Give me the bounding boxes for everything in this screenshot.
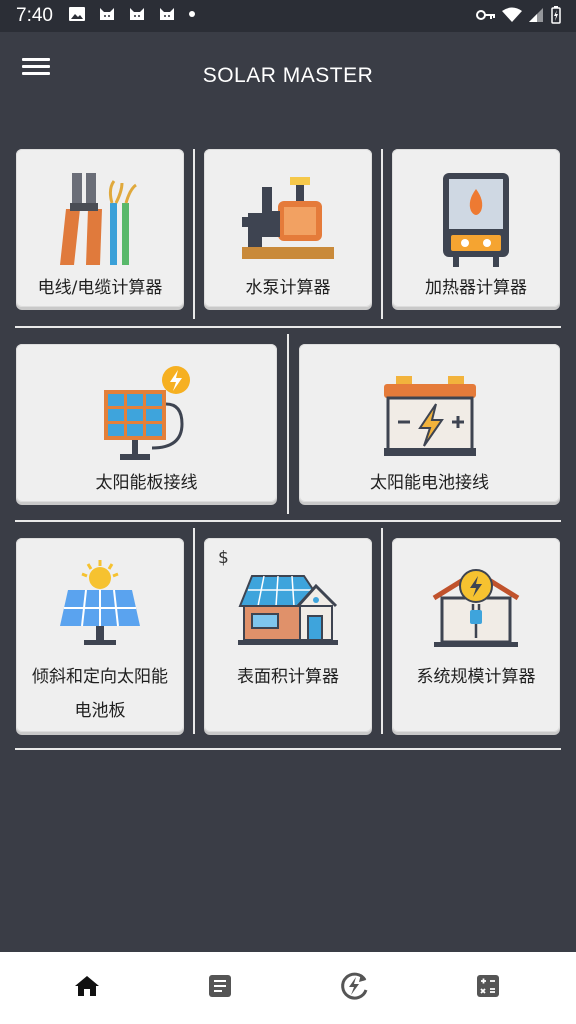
battery-wiring-label: 太阳能电池接线 [370, 473, 489, 493]
wire-calculator-card[interactable]: 电线/电缆计算器 [16, 149, 184, 307]
image-notification-icon [69, 7, 85, 21]
tilt-orientation-label-line1: 倾斜和定向太阳能 [32, 667, 168, 687]
article-icon [209, 975, 231, 997]
divider [15, 326, 561, 328]
battery-bolt-icon [383, 376, 476, 456]
app-title: SOLAR MASTER [202, 64, 374, 87]
surface-area-label: 表面积计算器 [237, 667, 339, 687]
system-size-label: 系统规模计算器 [416, 667, 536, 687]
panel-wiring-label: 太阳能板接线 [95, 473, 198, 493]
menu-icon [22, 58, 50, 61]
divider [15, 520, 561, 522]
dot-icon [189, 11, 195, 17]
nav-articles[interactable] [200, 966, 240, 1006]
cat-notification-icon [130, 8, 144, 20]
bottom-navigation [0, 952, 576, 1024]
divider [15, 748, 561, 750]
vpn-key-icon [476, 10, 495, 20]
divider [193, 528, 195, 734]
pump-calculator-card[interactable]: 水泵计算器 [204, 149, 372, 307]
battery-icon [551, 6, 561, 24]
water-heater-icon [443, 173, 509, 267]
solar-house-icon [238, 575, 338, 645]
price-badge: $ [218, 548, 229, 568]
signal-icon [529, 8, 543, 22]
pump-calculator-label: 水泵计算器 [245, 278, 331, 298]
system-icons [476, 6, 562, 24]
panel-wiring-card[interactable]: 太阳能板接线 [16, 344, 277, 502]
cat-notification-icon [160, 8, 174, 20]
surface-area-card[interactable]: $ 表面积计算器 [204, 538, 372, 732]
nav-home[interactable] [67, 966, 107, 1006]
heater-calculator-label: 加热器计算器 [425, 278, 527, 298]
divider [193, 149, 195, 319]
wire-calculator-label: 电线/电缆计算器 [37, 278, 163, 298]
divider [381, 528, 383, 734]
notification-icons [68, 6, 196, 22]
water-pump-icon [242, 177, 334, 259]
solar-panel-sun-icon [60, 560, 140, 645]
solar-panel-wiring-icon [103, 366, 190, 460]
status-time: 7:40 [16, 5, 53, 26]
tilt-orientation-card[interactable]: 倾斜和定向太阳能 电池板 [16, 538, 184, 732]
pliers-wires-icon [60, 173, 137, 265]
tilt-orientation-label-line2: 电池板 [74, 701, 126, 721]
status-bar: 7:40 [0, 0, 576, 32]
energy-cycle-icon [341, 972, 368, 1000]
nav-energy[interactable] [334, 966, 374, 1006]
app-bar: SOLAR MASTER [0, 32, 576, 122]
nav-calculator[interactable] [468, 966, 508, 1006]
house-power-icon [432, 569, 520, 647]
home-icon [75, 976, 99, 996]
battery-wiring-card[interactable]: 太阳能电池接线 [299, 344, 560, 502]
heater-calculator-card[interactable]: 加热器计算器 [392, 149, 560, 307]
calculator-icon [477, 975, 499, 997]
system-size-card[interactable]: 系统规模计算器 [392, 538, 560, 732]
divider [287, 334, 289, 514]
wifi-icon [502, 7, 522, 22]
cat-notification-icon [100, 8, 114, 20]
divider [381, 149, 383, 319]
